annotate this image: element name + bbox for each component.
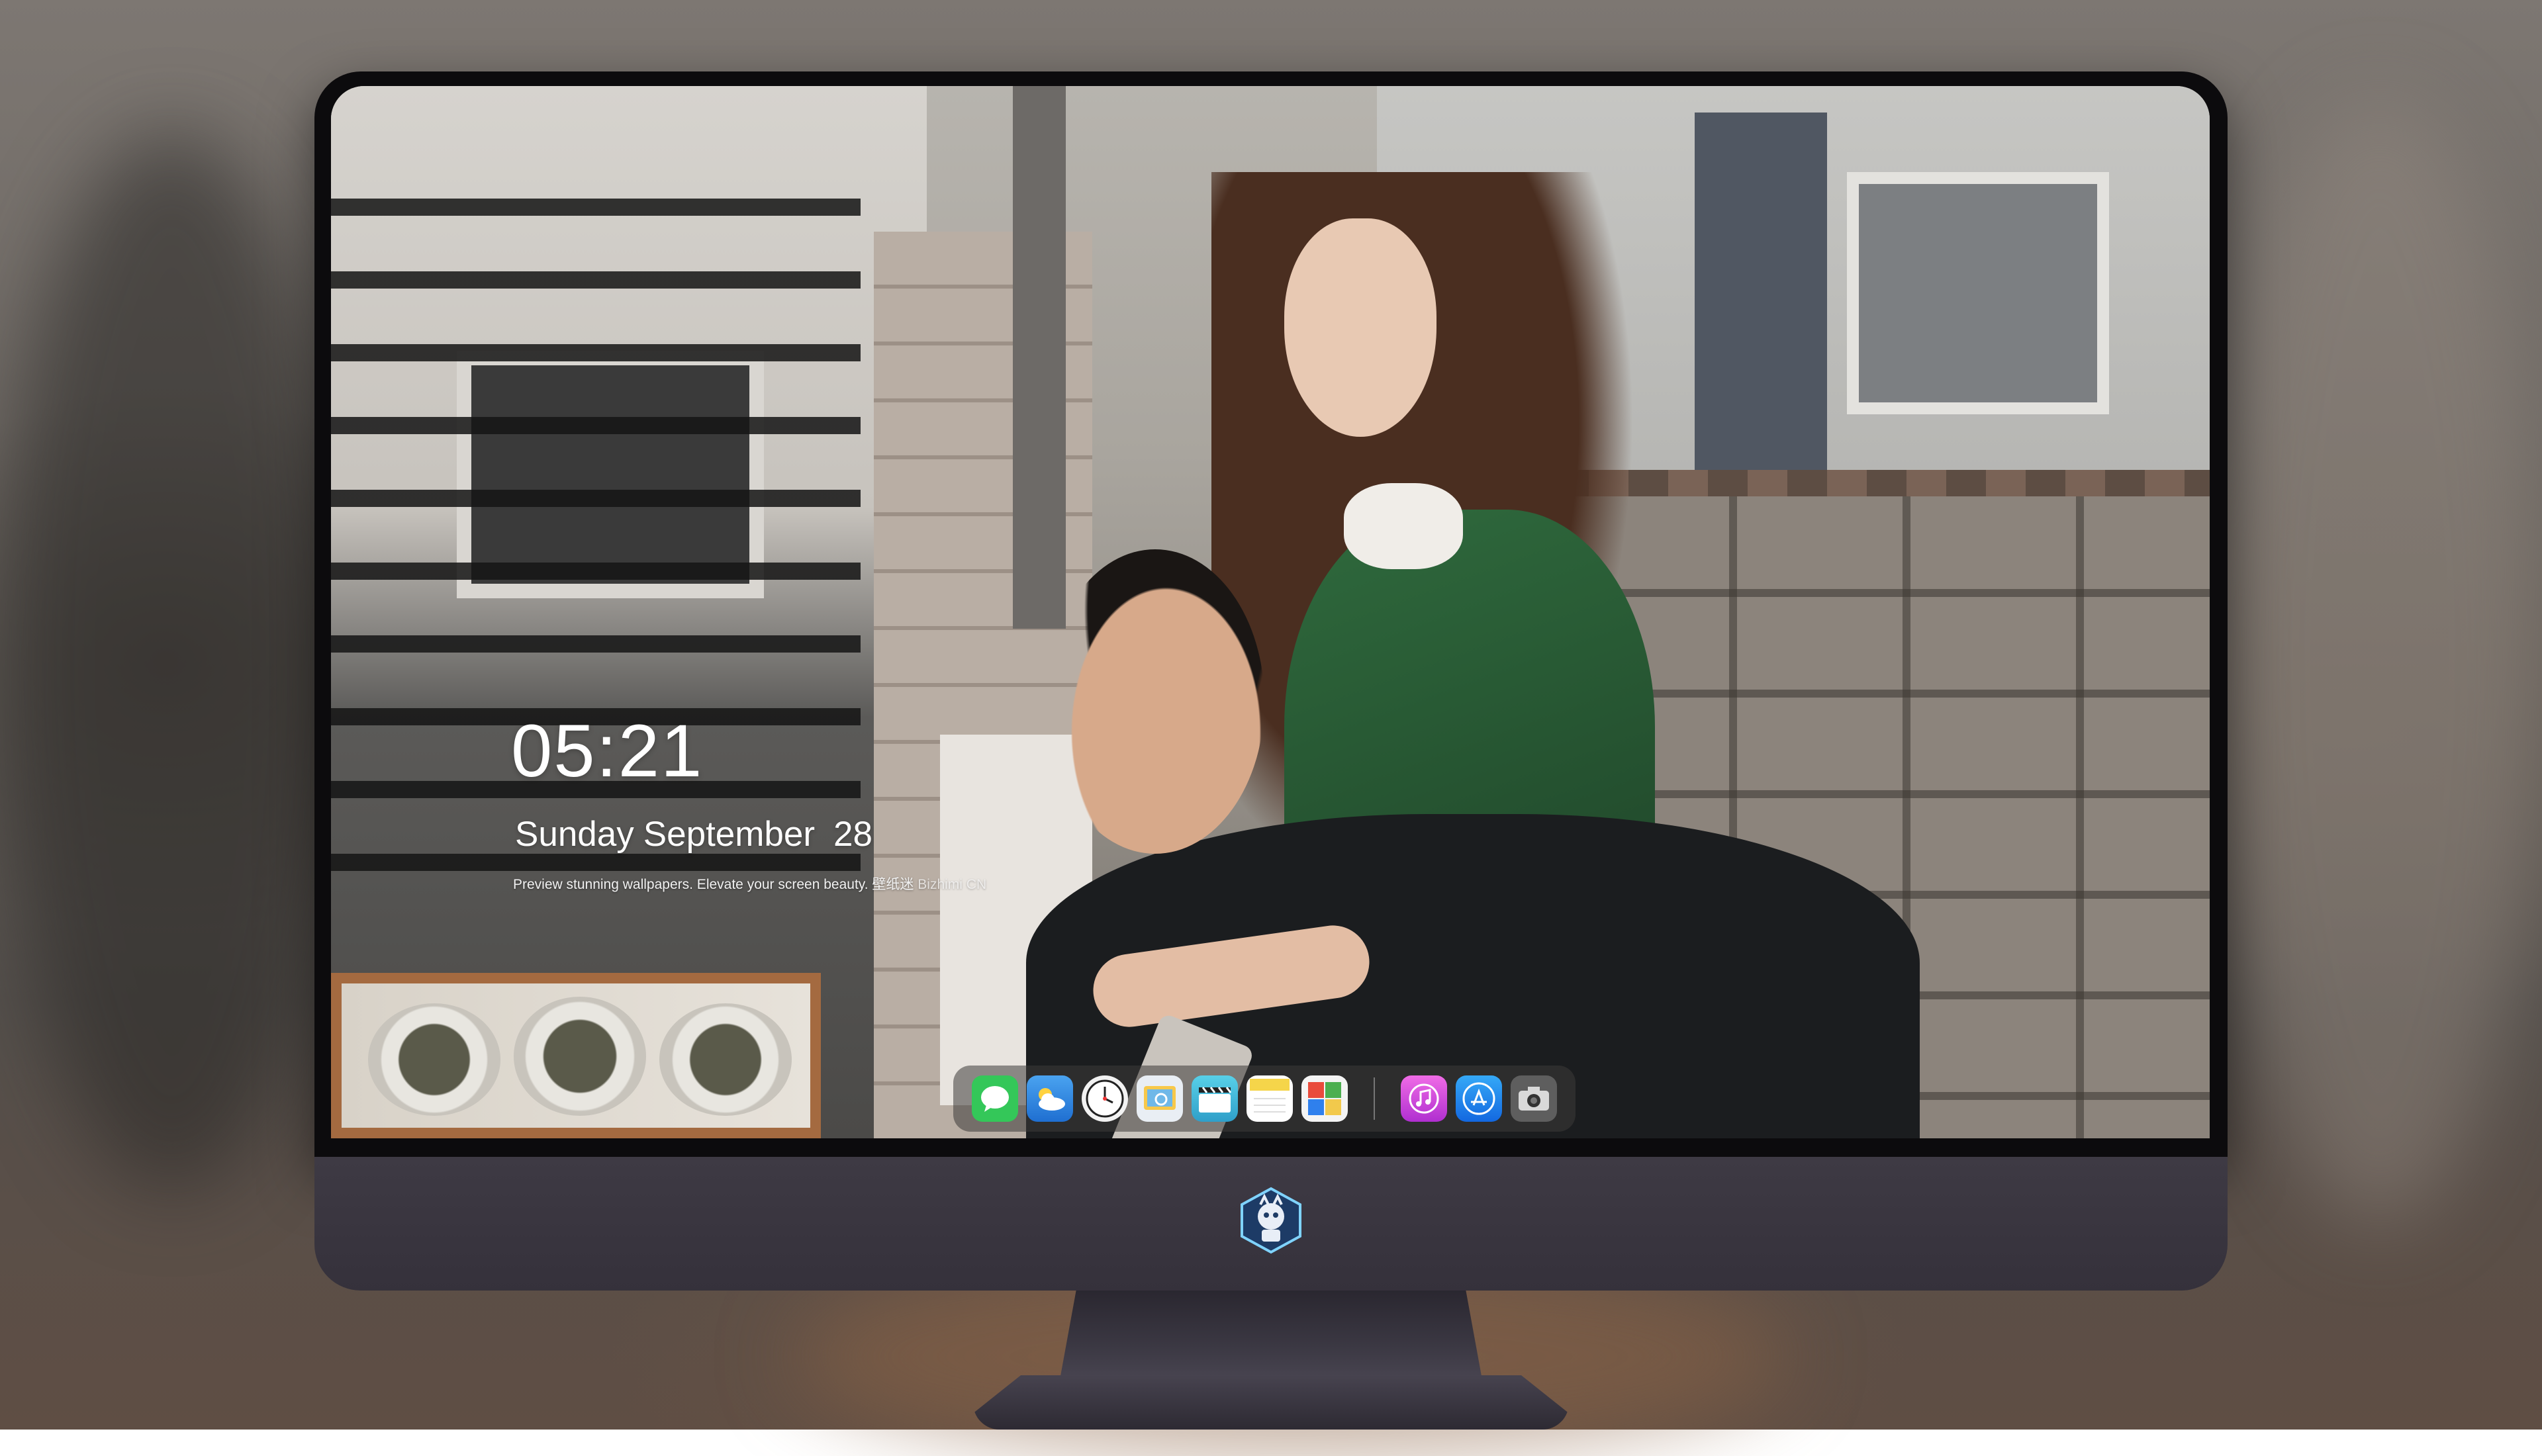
wallpaper-tagline: Preview stunning wallpapers. Elevate you… [513,874,986,893]
lock-screen-time: 05:21 [511,709,704,792]
wallpaper-plate [514,997,646,1116]
monitor-stand [1059,1291,1483,1383]
wallpaper-man-head [1046,549,1264,854]
camera-icon[interactable] [1511,1075,1557,1122]
background-blur-right [2218,99,2542,1224]
monitor-stand-base [973,1375,1569,1430]
dock [953,1066,1576,1132]
weather-icon[interactable] [1027,1075,1073,1122]
wallpaper-collar [1344,483,1463,569]
lock-screen-date: Sunday September 28 [515,814,872,854]
lock-screen-weekday: Sunday [515,815,634,854]
brand-logo [1237,1186,1305,1255]
notes-icon[interactable] [1247,1075,1293,1122]
dock-separator [1374,1077,1375,1120]
photo-booth-icon[interactable] [1301,1075,1348,1122]
app-store-icon[interactable] [1456,1075,1502,1122]
background-blur-left [0,132,344,1191]
wallpaper-food-board [331,973,821,1138]
tagline-cn: 壁纸迷 [872,877,914,892]
wallpaper-woman-face [1284,218,1436,437]
lock-screen-month: September [643,815,816,854]
monitor-screen: 05:21 Sunday September 28 Preview stunni… [331,86,2210,1138]
messages-icon[interactable] [972,1075,1018,1122]
preview-icon[interactable] [1137,1075,1183,1122]
wallpaper-window-right [1847,172,2109,414]
wallpaper-plate [368,1003,500,1116]
wallpaper-pole [1013,86,1066,629]
wallpaper-plate [659,1003,792,1116]
itunes-icon[interactable] [1401,1075,1447,1122]
clips-icon[interactable] [1192,1075,1238,1122]
tagline-brand: Bizhimi CN [918,877,987,892]
tagline-text: Preview stunning wallpapers. Elevate you… [513,877,869,892]
lock-screen-day: 28 [833,815,872,854]
clock-icon[interactable] [1082,1075,1128,1122]
